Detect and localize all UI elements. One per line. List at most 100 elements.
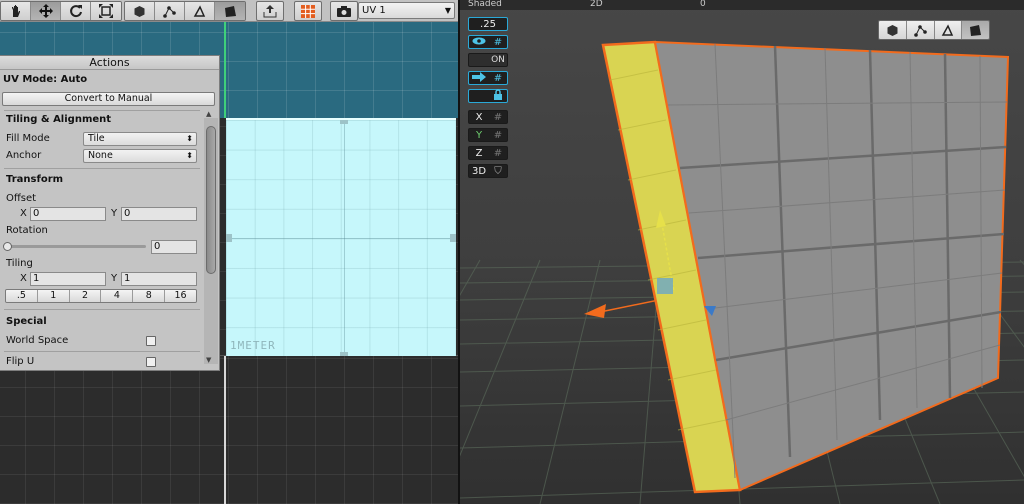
- offset-y-input[interactable]: 0: [121, 207, 197, 221]
- uv-editor[interactable]: 1METER UV 1 ▼ Actions UV Mode: Auto Conv…: [0, 0, 458, 504]
- divider: [4, 309, 200, 310]
- scrollbar-thumb[interactable]: [206, 126, 216, 274]
- object-mode-icon[interactable]: [125, 2, 155, 20]
- grid-visibility-toggle[interactable]: #: [468, 35, 508, 49]
- actions-scrollbar[interactable]: ▲ ▼: [204, 110, 218, 364]
- rotate-icon[interactable]: [61, 2, 91, 20]
- grid-icon: #: [493, 72, 503, 84]
- axis-x-button[interactable]: X #: [468, 110, 508, 124]
- scale-icon[interactable]: [91, 2, 121, 20]
- camera-icon[interactable]: [330, 1, 358, 21]
- shading-mode-dropdown[interactable]: Shaded: [468, 0, 502, 9]
- scroll-up-icon[interactable]: ▲: [206, 110, 211, 118]
- flip-u-label: Flip U: [6, 356, 35, 367]
- push-to-grid-button[interactable]: #: [468, 71, 508, 85]
- tile-preset-button[interactable]: 16: [165, 290, 196, 302]
- mode-2d-toggle[interactable]: 2D: [590, 0, 603, 9]
- offset-label: Offset: [6, 193, 37, 204]
- axis-y-label: Y: [475, 129, 483, 141]
- scene-select-mode-tools: [878, 20, 990, 40]
- axis-z-label: Z: [475, 147, 483, 159]
- scene-view[interactable]: Shaded 2D 0 .25 # ON # X # Y # Z # 3D ⛉: [460, 0, 1024, 504]
- edge-mode-icon[interactable]: [934, 21, 963, 39]
- scene-toolbar: Shaded 2D 0: [460, 0, 1024, 10]
- axis-3d-label: 3D: [471, 165, 487, 177]
- tile-preset-button[interactable]: 8: [133, 290, 166, 302]
- vertex-mode-icon[interactable]: [906, 21, 935, 39]
- face-mode-icon[interactable]: [962, 21, 989, 39]
- tiling-y-input[interactable]: 1: [121, 272, 197, 286]
- uv-island[interactable]: 1METER: [226, 118, 456, 356]
- tile-preset-button[interactable]: .5: [6, 290, 38, 302]
- face-mode-icon[interactable]: [215, 2, 245, 20]
- edge-mode-icon[interactable]: [185, 2, 215, 20]
- tiling-x-input[interactable]: 1: [30, 272, 106, 286]
- convert-to-manual-button[interactable]: Convert to Manual: [2, 92, 215, 106]
- rotation-slider[interactable]: [6, 245, 146, 248]
- uv-tick-left: [226, 234, 232, 242]
- object-mode-icon[interactable]: [879, 21, 907, 39]
- fill-mode-value: Tile: [88, 133, 105, 144]
- grid-icon: #: [493, 111, 503, 123]
- grid-icon: #: [493, 129, 503, 141]
- pivot-handle[interactable]: [657, 278, 673, 294]
- uv-mode-label: UV Mode: Auto: [3, 74, 88, 85]
- uv-island-midline-h: [226, 238, 456, 239]
- fill-mode-dropdown[interactable]: Tile ⬍: [83, 132, 197, 146]
- uv-axis-line: [224, 22, 226, 118]
- meter-label: 1METER: [230, 339, 276, 352]
- divider: [4, 110, 200, 111]
- tile-preset-button[interactable]: 1: [37, 290, 70, 302]
- grid-icon: #: [493, 147, 503, 159]
- grid-size-field[interactable]: .25: [468, 17, 508, 31]
- lock-icon: [489, 89, 507, 103]
- grid-size-value: .25: [480, 18, 496, 30]
- scene-viewport[interactable]: [460, 0, 1024, 504]
- flip-u-checkbox[interactable]: [146, 357, 156, 367]
- tiling-label: Tiling: [6, 258, 33, 269]
- transform-heading: Transform: [6, 174, 64, 185]
- fill-mode-label: Fill Mode: [6, 133, 50, 144]
- axis-y-button[interactable]: Y #: [468, 128, 508, 142]
- tile-preset-button[interactable]: 2: [69, 290, 102, 302]
- dropdown-arrows-icon: ⬍: [186, 134, 193, 143]
- tile-presets: .5 1 2 4 8 16: [5, 289, 197, 303]
- axis-z-button[interactable]: Z #: [468, 146, 508, 160]
- snap-toggle[interactable]: ON: [468, 53, 508, 67]
- divider: [4, 168, 200, 169]
- uv-select-mode-tools: [124, 1, 246, 21]
- uv-tick-top: [340, 120, 348, 124]
- axis-3d-button[interactable]: 3D ⛉: [468, 164, 508, 178]
- arrow-icon: [469, 71, 489, 85]
- tiling-x-label: X: [20, 273, 27, 284]
- world-space-checkbox[interactable]: [146, 336, 156, 346]
- scroll-down-icon[interactable]: ▼: [206, 356, 211, 364]
- layer-count: 0: [700, 0, 706, 9]
- uv-island-midline-v: [344, 120, 345, 356]
- rotation-slider-knob[interactable]: [3, 242, 12, 251]
- uv-tick-right: [450, 234, 456, 242]
- divider: [4, 351, 200, 352]
- actions-panel-title[interactable]: Actions: [0, 56, 219, 70]
- anchor-dropdown[interactable]: None ⬍: [83, 149, 197, 163]
- offset-x-input[interactable]: 0: [30, 207, 106, 221]
- special-heading: Special: [6, 316, 47, 327]
- tile-preset-button[interactable]: 4: [101, 290, 134, 302]
- lock-axis-toggle[interactable]: [468, 89, 508, 103]
- tiling-y-label: Y: [111, 273, 118, 284]
- transform-tools: [0, 1, 122, 21]
- uv-axis-line-lower: [224, 356, 226, 504]
- rotation-label: Rotation: [6, 225, 48, 236]
- grid-snap-icon[interactable]: [294, 1, 322, 21]
- move-icon[interactable]: [31, 2, 61, 20]
- hand-icon[interactable]: [1, 2, 31, 20]
- uv-channel-select[interactable]: UV 1 ▼: [358, 2, 455, 19]
- axis-x-label: X: [475, 111, 483, 123]
- uv-channel-value: UV 1: [362, 5, 386, 16]
- rotation-input[interactable]: 0: [151, 240, 197, 254]
- anchor-value: None: [88, 150, 113, 161]
- offset-y-label: Y: [111, 208, 118, 219]
- vertex-mode-icon[interactable]: [155, 2, 185, 20]
- export-icon[interactable]: [256, 1, 284, 21]
- eye-icon: [469, 37, 489, 48]
